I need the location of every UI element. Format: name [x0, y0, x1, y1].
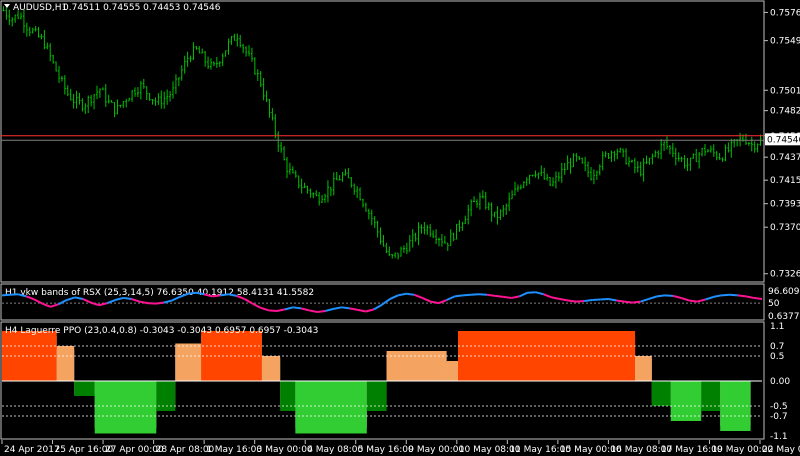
- rsx-segment: [292, 306, 302, 310]
- rsx-segment: [567, 299, 577, 303]
- rsx-segment: [147, 302, 156, 305]
- rsx-segment: [454, 294, 463, 298]
- price-tick-label: 0.73260: [770, 270, 800, 280]
- time-tick-label: 22 May 08:00: [762, 445, 800, 455]
- ppo-bar: [670, 381, 702, 421]
- ppo-tick-label: -1.1: [770, 432, 788, 442]
- ppo-title: H4 Laguerre PPO (23,0.4,0.8) -0.3043 -0.…: [5, 326, 318, 336]
- ppo-bar: [446, 361, 458, 381]
- price-tick-label: 0.75015: [770, 86, 800, 96]
- rsx-segment: [624, 300, 633, 304]
- rsx-segment: [155, 301, 164, 305]
- price-tick-label: 0.73930: [770, 200, 800, 210]
- ppo-bar: [156, 381, 176, 411]
- rsx-tick-label: 50: [768, 299, 780, 309]
- price-tick-label: 0.73705: [770, 223, 800, 233]
- rsx-segment: [664, 294, 674, 297]
- rsx-segment: [600, 297, 609, 301]
- rsx-segment: [10, 293, 19, 296]
- ppo-tick-label: 0.5: [770, 352, 784, 362]
- price-tick-label: 0.75490: [770, 37, 800, 47]
- ppo-bar: [175, 343, 202, 381]
- rsx-segment: [495, 294, 504, 298]
- ppo-bar: [651, 381, 671, 406]
- time-tick-label: 3 May 00:00: [257, 445, 313, 455]
- rsx-segment: [470, 293, 480, 296]
- current-price-label: 0.74546: [767, 135, 800, 145]
- time-tick-label: 5 May 16:00: [358, 445, 414, 455]
- ppo-bar: [701, 381, 721, 411]
- price-tick-label: 0.75760: [770, 8, 800, 18]
- rsx-segment: [737, 294, 746, 298]
- rsx-segment: [478, 293, 488, 296]
- ohlc-readout: 0.74511 0.74555 0.74453 0.74546: [63, 3, 221, 13]
- rsx-segment: [656, 294, 666, 298]
- ppo-bar: [56, 346, 75, 381]
- rsx-segment: [689, 299, 698, 303]
- rsx-segment: [486, 293, 496, 297]
- rsx-segment: [123, 296, 132, 300]
- ppo-bar: [261, 356, 281, 381]
- rsx-segment: [616, 299, 625, 303]
- rsx-segment: [187, 291, 197, 295]
- rsx-segment: [753, 296, 763, 300]
- rsx-segment: [212, 294, 221, 298]
- rsx-segment: [462, 293, 472, 297]
- time-tick-label: 1 May 16:00: [206, 445, 262, 455]
- ppo-bar: [74, 381, 95, 396]
- rsx-segment: [721, 293, 730, 297]
- rsx-segment: [729, 293, 738, 297]
- rsx-segment: [341, 306, 350, 310]
- rsx-segment: [268, 309, 277, 312]
- trading-chart[interactable]: AUDUSD,H1 0.74511 0.74555 0.74453 0.7454…: [0, 0, 800, 456]
- ppo-bar: [366, 381, 387, 411]
- rsx-segment: [583, 299, 593, 303]
- ppo-bar: [280, 381, 296, 411]
- rsx-segment: [575, 300, 585, 303]
- rsx-segment: [220, 293, 229, 297]
- rsx-segment: [592, 298, 601, 302]
- ppo-tick-label: 0.7: [770, 342, 784, 352]
- rsx-segment: [503, 295, 512, 299]
- ppo-tick-label: 0.00: [770, 377, 790, 387]
- rsx-tick-label: 0.6377: [768, 312, 800, 322]
- rsx-segment: [317, 309, 326, 313]
- ppo-bar: [635, 356, 652, 381]
- ppo-tick-label: -0.7: [770, 412, 788, 422]
- symbol-title: AUDUSD,H1: [13, 3, 67, 13]
- rsx-segment: [1, 293, 11, 297]
- rsx-segment: [632, 300, 641, 304]
- ppo-bar: [295, 381, 367, 434]
- rsx-segment: [527, 291, 536, 294]
- time-tick-label: 4 May 08:00: [307, 445, 363, 455]
- rsx-tick-label: 96.6091: [768, 287, 800, 297]
- price-tick-label: 0.74155: [770, 176, 800, 186]
- ppo-bar: [386, 351, 447, 381]
- price-tick-label: 0.74820: [770, 107, 800, 117]
- ppo-tick-label: 1.1: [770, 322, 784, 332]
- ppo-tick-label: -0.5: [770, 402, 788, 412]
- rsx-title: H1 vkw bands of RSX (25,3,14,5) 76.6350 …: [5, 288, 314, 298]
- time-tick-label: 9 May 00:00: [408, 445, 464, 455]
- ppo-bar: [94, 381, 157, 434]
- price-tick-label: 0.74375: [770, 153, 800, 163]
- time-tick-label: 24 Apr 2017: [4, 445, 60, 455]
- rsx-segment: [406, 292, 415, 296]
